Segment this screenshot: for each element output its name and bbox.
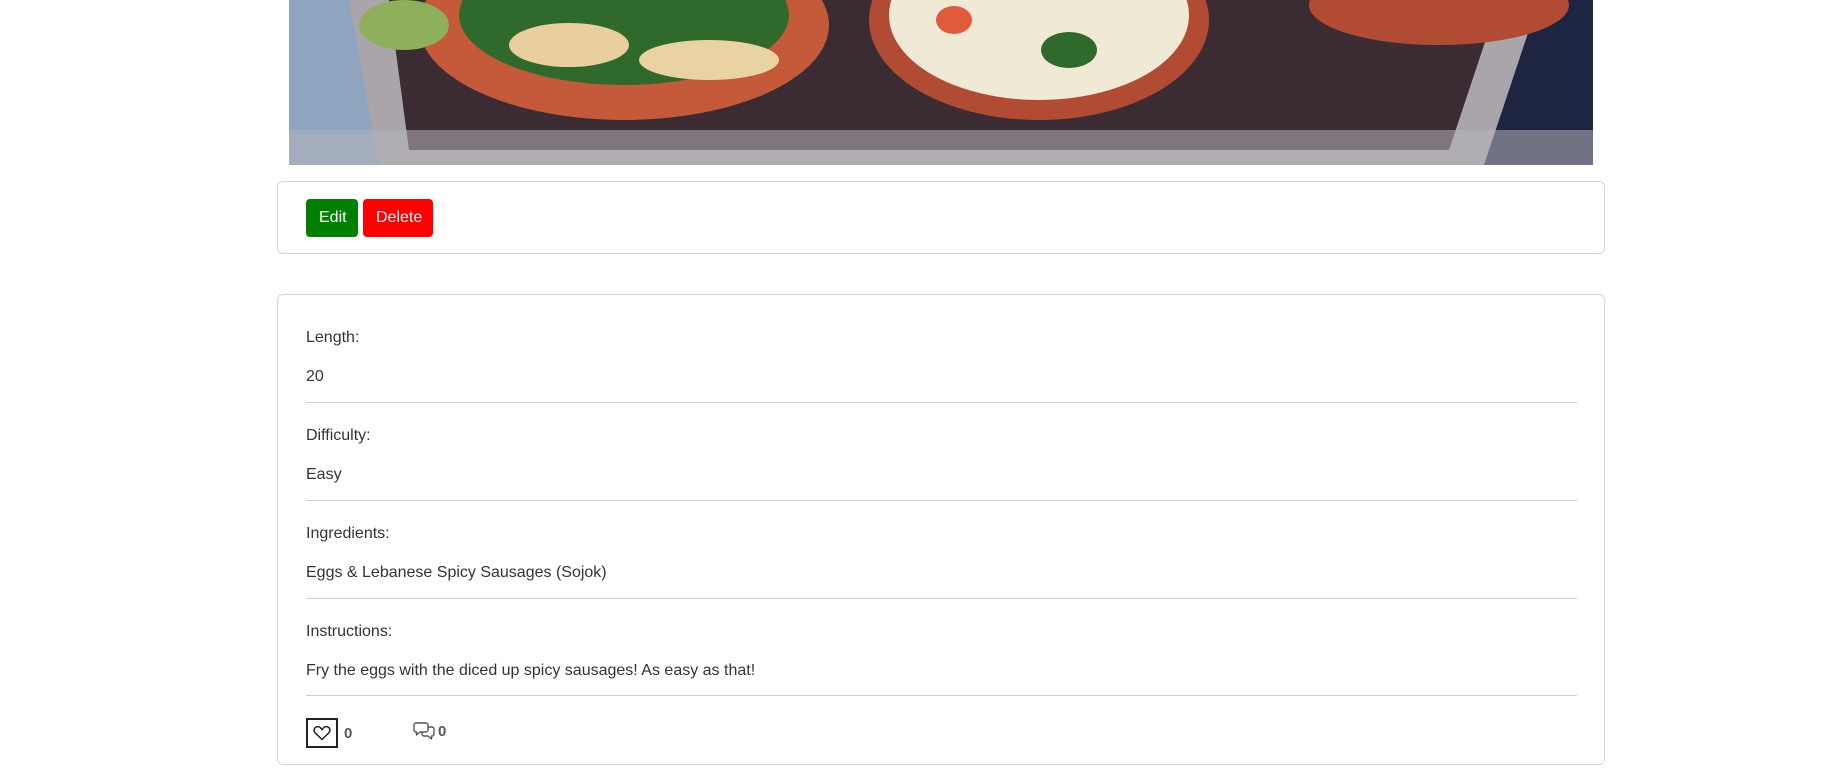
difficulty-value: Easy xyxy=(306,466,342,483)
length-value: 20 xyxy=(306,368,324,385)
divider xyxy=(306,598,1577,599)
like-count: 0 xyxy=(344,725,353,742)
recipe-actions-card: Edit Delete xyxy=(277,181,1605,254)
comment-count: 0 xyxy=(438,723,447,740)
edit-button[interactable]: Edit xyxy=(306,199,358,237)
divider xyxy=(306,695,1577,696)
length-label: Length: xyxy=(306,329,360,346)
difficulty-label: Difficulty: xyxy=(306,427,371,444)
ingredients-value: Eggs & Lebanese Spicy Sausages (Sojok) xyxy=(306,564,607,581)
instructions-value: Fry the eggs with the diced up spicy sau… xyxy=(306,662,756,679)
instructions-label: Instructions: xyxy=(306,623,393,640)
divider xyxy=(306,500,1577,501)
delete-button[interactable]: Delete xyxy=(363,199,433,237)
like-button[interactable] xyxy=(306,718,338,748)
recipe-image xyxy=(289,0,1593,165)
heart-icon xyxy=(313,725,331,741)
recipe-details-card: Length: 20 Difficulty: Easy Ingredients:… xyxy=(277,294,1605,765)
comments-icon[interactable] xyxy=(413,721,435,741)
divider xyxy=(306,402,1577,403)
ingredients-label: Ingredients: xyxy=(306,525,390,542)
